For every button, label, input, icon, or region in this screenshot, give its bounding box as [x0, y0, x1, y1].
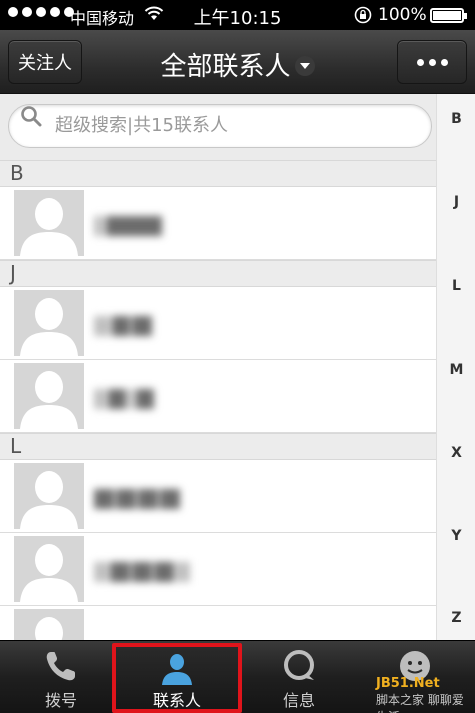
contact-name-blurred — [94, 480, 182, 518]
index-letter-y[interactable]: Y — [437, 528, 475, 544]
default-avatar-icon — [20, 471, 78, 529]
rotation-lock-icon — [354, 6, 372, 24]
default-avatar-icon — [20, 298, 78, 356]
avatar — [14, 290, 84, 356]
tab-label: 信息 — [282, 691, 315, 710]
default-avatar-icon — [20, 371, 78, 429]
search-bar: 超级搜索|共15联系人 — [0, 94, 436, 160]
section-header-l: L — [0, 433, 436, 460]
contact-name-blurred — [94, 207, 164, 245]
contact-name-blurred — [94, 553, 192, 591]
page-title: 全部联系人 — [160, 52, 291, 82]
default-avatar-icon — [20, 198, 78, 256]
contact-row[interactable] — [0, 360, 436, 433]
contact-name-blurred — [94, 307, 154, 345]
tab-label: 拨号 — [44, 691, 77, 710]
index-letter-j[interactable]: J — [437, 194, 475, 210]
default-avatar-icon — [35, 617, 63, 640]
avatar — [14, 463, 84, 529]
navigation-bar: 关注人 全部联系人 — [0, 30, 475, 94]
avatar — [14, 190, 84, 256]
battery-icon — [430, 8, 467, 23]
tab-label: 联系人 — [152, 691, 201, 710]
watermark-text: 脚本之家 聊聊爱生活 — [376, 693, 464, 713]
section-header-b: B — [0, 160, 436, 187]
index-letter-x[interactable]: X — [437, 445, 475, 461]
contact-row[interactable] — [0, 533, 436, 606]
default-avatar-icon — [20, 544, 78, 602]
more-button[interactable] — [397, 40, 467, 84]
avatar — [14, 609, 84, 640]
contact-name-blurred — [94, 380, 156, 418]
contacts-icon — [162, 654, 192, 685]
contact-row[interactable] — [0, 187, 436, 260]
battery-percent: 100% — [378, 5, 427, 25]
section-header-j: J — [0, 260, 436, 287]
tab-contacts[interactable]: 联系人 — [112, 643, 242, 713]
contact-row[interactable] — [0, 460, 436, 533]
avatar — [14, 536, 84, 602]
contact-list: B J L — [0, 160, 436, 640]
index-letter-z[interactable]: Z — [437, 610, 475, 626]
chevron-down-icon — [294, 55, 315, 76]
search-icon — [21, 106, 42, 127]
index-letter-m[interactable]: M — [437, 362, 475, 378]
phone-icon — [46, 652, 75, 681]
message-icon — [284, 650, 314, 680]
index-letter-l[interactable]: L — [437, 278, 475, 294]
watermark: JB51.Net 脚本之家 聊聊爱生活 — [376, 676, 475, 713]
avatar — [14, 363, 84, 429]
contact-row[interactable] — [0, 606, 436, 640]
search-input[interactable]: 超级搜索|共15联系人 — [8, 104, 432, 148]
watermark-site: JB51.Net — [376, 676, 440, 691]
contacts-content: 超级搜索|共15联系人 B J L B J L M X Y Z — [0, 94, 475, 640]
tab-messages[interactable]: 信息 — [240, 641, 358, 713]
status-bar: 中国移动 上午10:15 100% — [0, 0, 475, 30]
tab-dialer[interactable]: 拨号 — [2, 641, 120, 713]
index-letter-b[interactable]: B — [437, 111, 475, 127]
contact-row[interactable] — [0, 287, 436, 360]
more-icon — [416, 58, 448, 66]
alphabet-index-bar[interactable]: B J L M X Y Z — [436, 94, 475, 640]
